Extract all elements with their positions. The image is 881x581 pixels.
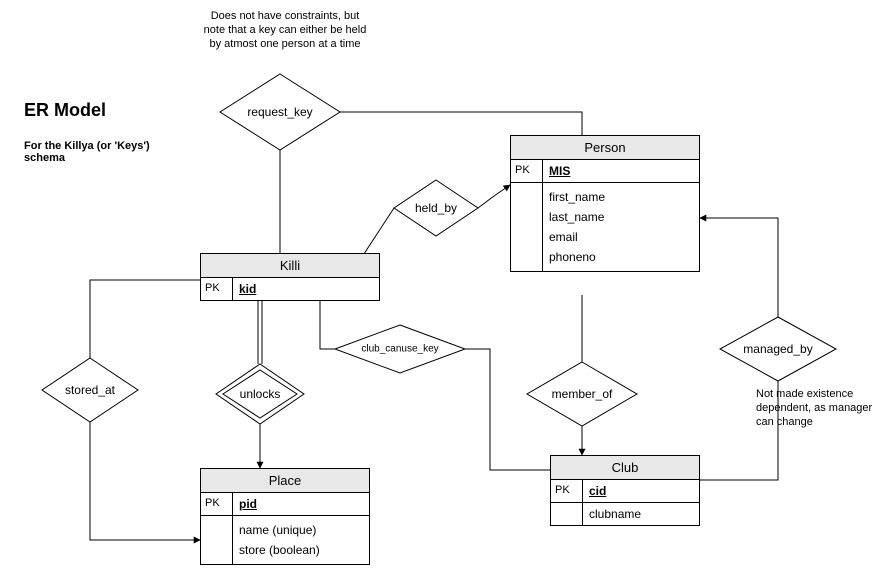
entity-place: Place PK pid name (unique) store (boolea…	[200, 468, 370, 565]
note-managed-by: Not made existence dependent, as manager…	[756, 388, 876, 429]
entity-place-header: Place	[201, 469, 369, 493]
rel-managed-by-label: managed_by	[743, 342, 812, 356]
page-title: ER Model	[24, 100, 106, 121]
entity-place-pk-label: PK	[201, 493, 233, 515]
entity-place-attr: store (boolean)	[239, 540, 363, 560]
entity-club: Club PK cid clubname	[550, 455, 700, 526]
entity-place-attr: name (unique)	[239, 520, 363, 540]
entity-killi: Killi PK kid	[200, 253, 380, 301]
entity-person-header: Person	[511, 136, 699, 160]
entity-club-pk-label: PK	[551, 480, 583, 502]
rel-held-by: held_by	[394, 180, 478, 236]
page-subtitle: For the Killya (or 'Keys') schema	[24, 140, 184, 164]
rel-member-of: member_of	[527, 362, 637, 426]
rel-held-by-label: held_by	[415, 201, 457, 215]
entity-person: Person PK MIS first_name last_name email…	[510, 135, 700, 272]
rel-club-canuse-key-label: club_canuse_key	[361, 344, 438, 355]
entity-killi-pk-label: PK	[201, 278, 233, 300]
rel-member-of-label: member_of	[552, 387, 613, 401]
rel-unlocks: unlocks	[216, 364, 304, 424]
entity-person-pk-label: PK	[511, 160, 543, 182]
entity-person-attr: email	[549, 227, 693, 247]
entity-person-attr: first_name	[549, 187, 693, 207]
rel-request-key-label: request_key	[247, 105, 312, 119]
rel-club-canuse-key: club_canuse_key	[335, 325, 465, 373]
rel-stored-at-label: stored_at	[65, 383, 115, 397]
entity-person-attr: last_name	[549, 207, 693, 227]
entity-club-attr: clubname	[583, 503, 699, 525]
diagram-canvas	[0, 0, 881, 581]
entity-person-attr: phoneno	[549, 247, 693, 267]
note-request-key: Does not have constraints, but note that…	[200, 10, 370, 51]
entity-person-pk-attr: MIS	[543, 160, 699, 182]
entity-place-pk-attr: pid	[233, 493, 369, 515]
entity-killi-pk-attr: kid	[233, 278, 379, 300]
rel-stored-at: stored_at	[42, 358, 138, 422]
entity-club-header: Club	[551, 456, 699, 480]
rel-managed-by: managed_by	[720, 317, 836, 381]
rel-unlocks-label: unlocks	[240, 387, 281, 401]
rel-request-key: request_key	[220, 74, 340, 150]
entity-club-pk-attr: cid	[583, 480, 699, 502]
entity-killi-header: Killi	[201, 254, 379, 278]
